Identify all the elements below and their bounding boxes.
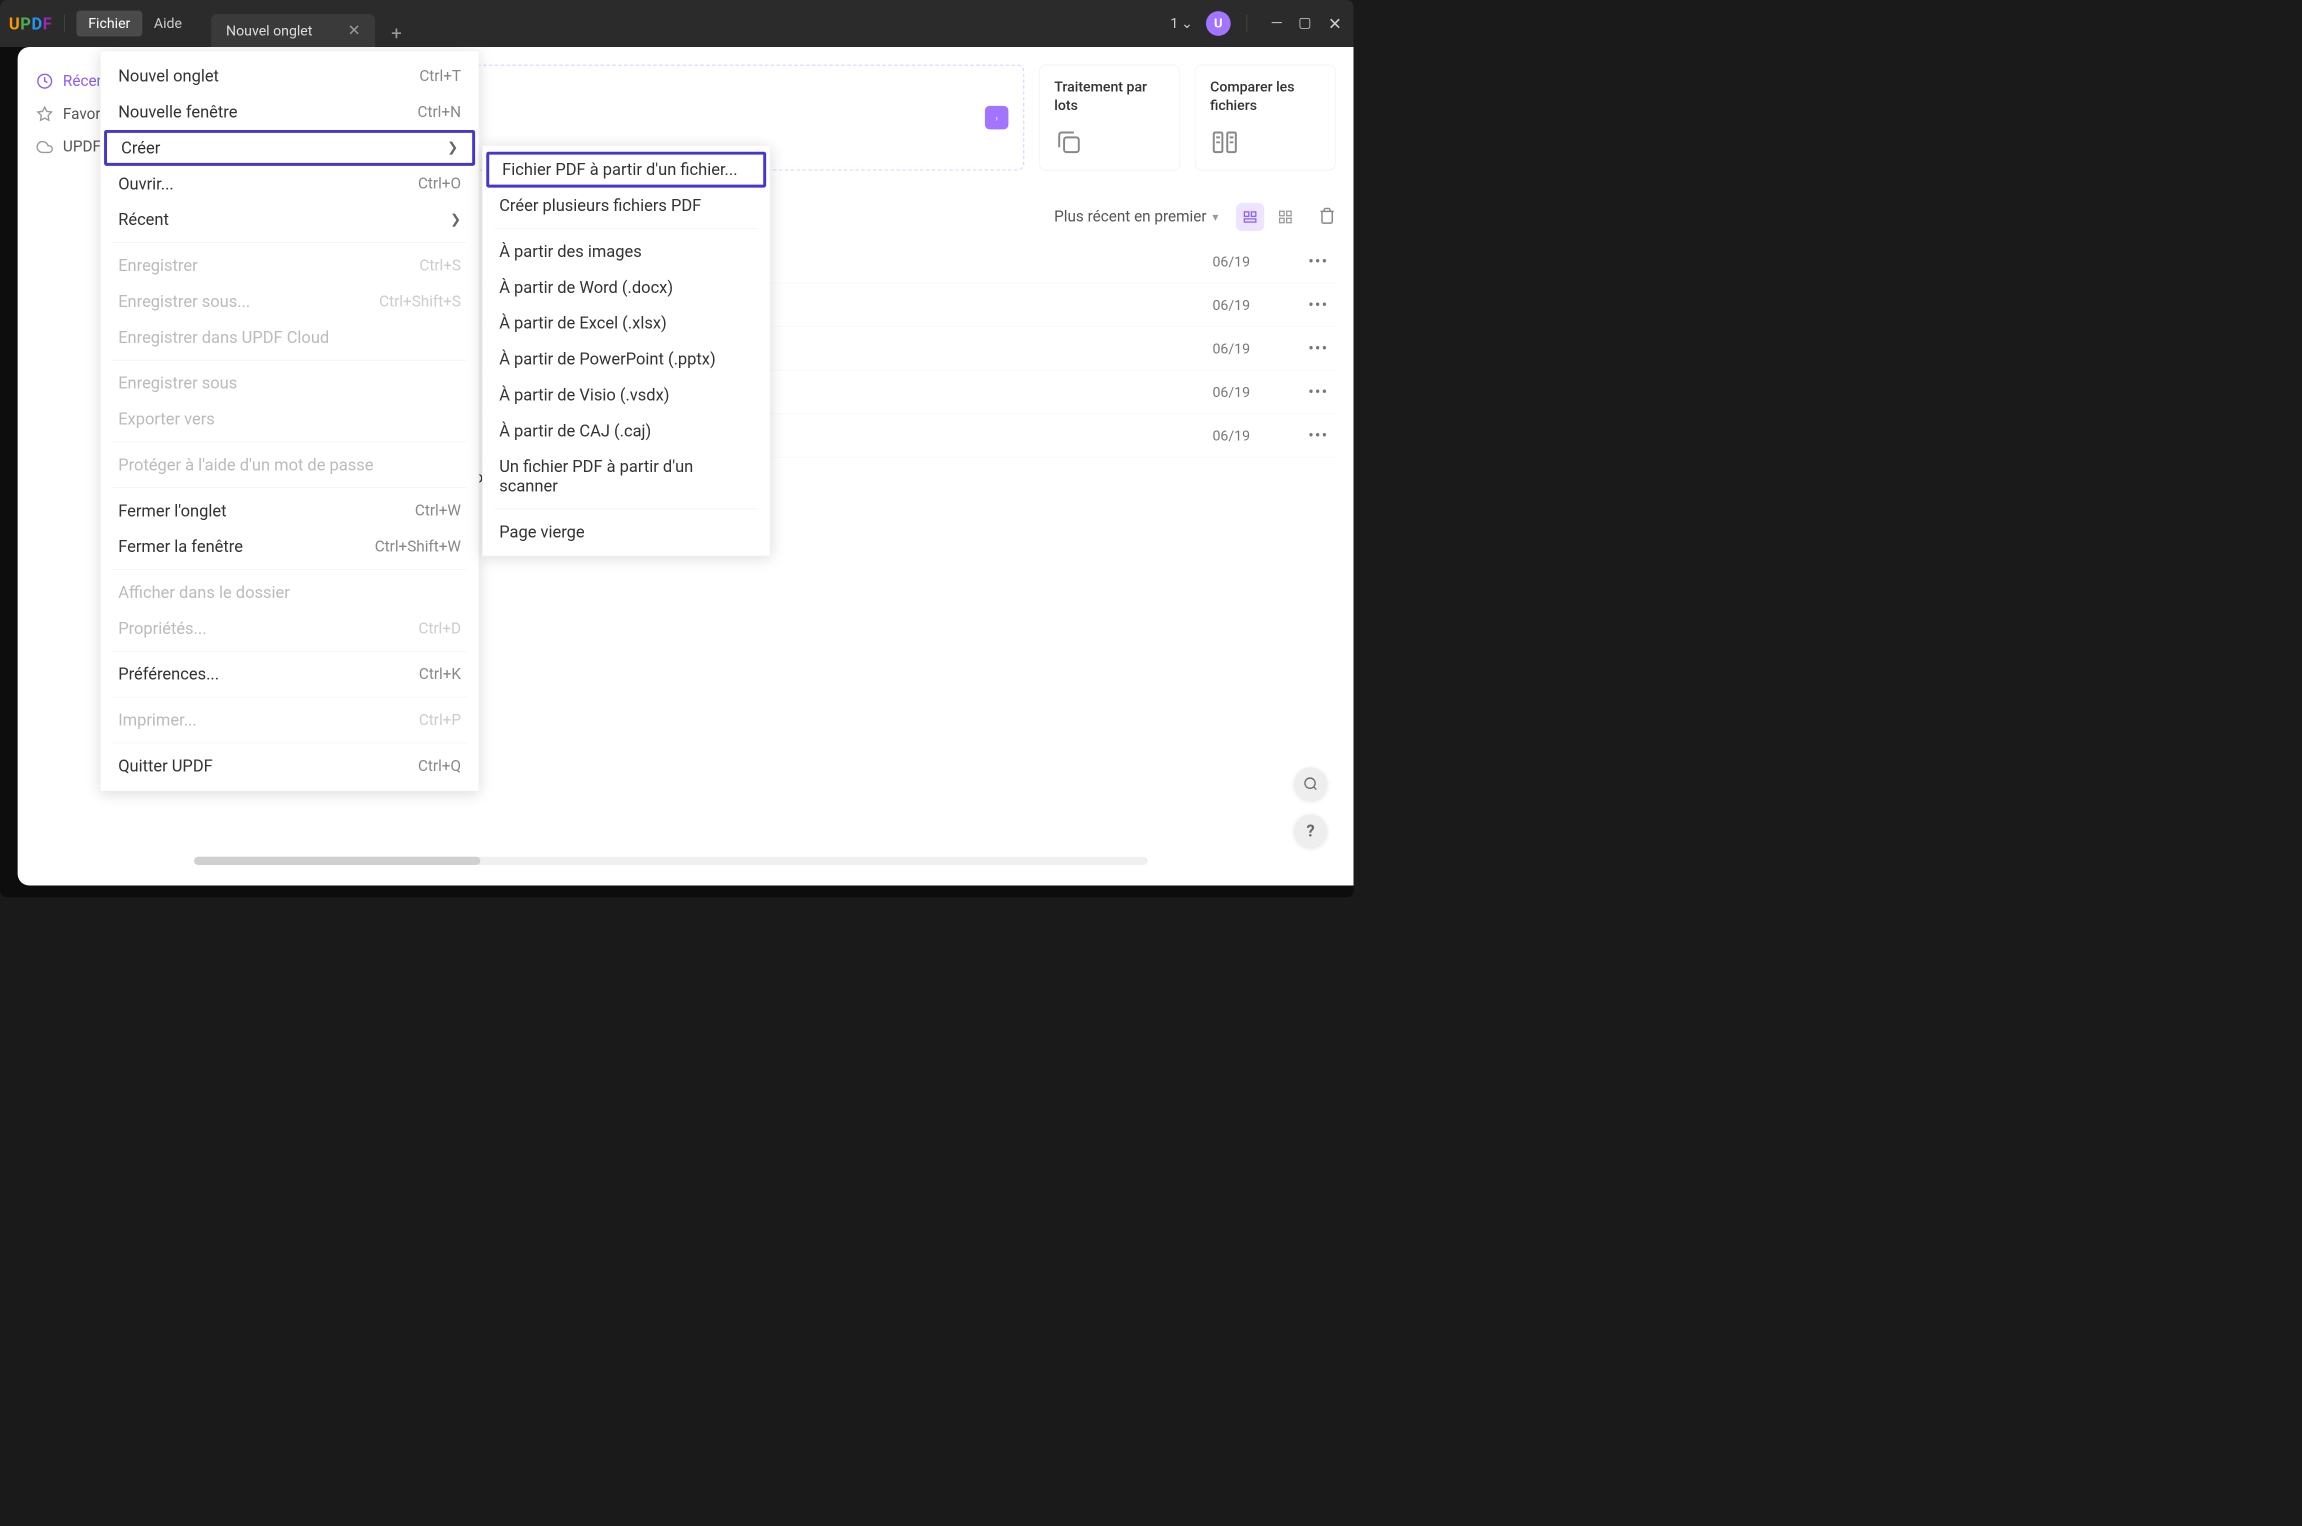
- menu-item-recent[interactable]: Récent❯: [101, 202, 479, 238]
- submenu-item-blank-page[interactable]: Page vierge: [483, 514, 770, 550]
- submenu-item-from-caj[interactable]: À partir de CAJ (.caj): [483, 413, 770, 449]
- separator: [64, 15, 65, 33]
- help-float-button[interactable]: ?: [1294, 814, 1327, 847]
- chevron-right-icon: ❯: [447, 141, 458, 156]
- browser-tab[interactable]: Nouvel onglet ✕: [211, 14, 375, 47]
- list-view-button[interactable]: [1236, 203, 1264, 231]
- search-float-button[interactable]: [1294, 767, 1327, 800]
- menu-item-save-as-2: Enregistrer sous: [101, 365, 479, 401]
- compare-files-card[interactable]: Comparer les fichiers: [1195, 65, 1336, 171]
- user-avatar[interactable]: U: [1206, 11, 1231, 36]
- menu-item-open[interactable]: Ouvrir...Ctrl+O: [101, 166, 479, 202]
- menu-item-save-as: Enregistrer sous...Ctrl+Shift+S: [101, 283, 479, 319]
- menu-item-new-tab[interactable]: Nouvel ongletCtrl+T: [101, 58, 479, 94]
- submenu-item-from-scanner[interactable]: Un fichier PDF à partir d'un scanner: [483, 449, 770, 504]
- app-logo: UPDF: [9, 14, 53, 33]
- menu-divider: [112, 743, 467, 744]
- submenu-item-from-excel[interactable]: À partir de Excel (.xlsx): [483, 305, 770, 341]
- tab-count-dropdown[interactable]: 1 ⌄: [1170, 15, 1193, 31]
- close-icon[interactable]: ✕: [348, 22, 361, 40]
- delete-button[interactable]: [1318, 207, 1336, 227]
- chevron-down-icon: ⌄: [1181, 15, 1193, 31]
- menu-item-show-folder: Afficher dans le dossier: [101, 574, 479, 610]
- submenu-item-multi-pdf[interactable]: Créer plusieurs fichiers PDF: [483, 188, 770, 224]
- tab-strip: Nouvel onglet ✕ +: [211, 0, 408, 47]
- menu-help[interactable]: Aide: [142, 11, 194, 37]
- batch-icon: [1054, 128, 1083, 157]
- more-icon[interactable]: •••: [1301, 382, 1336, 401]
- menu-file[interactable]: Fichier: [76, 11, 142, 37]
- menu-item-export: Exporter vers: [101, 401, 479, 437]
- close-button[interactable]: ✕: [1328, 14, 1342, 33]
- star-icon: [35, 105, 54, 124]
- menu-divider: [112, 697, 467, 698]
- more-icon[interactable]: •••: [1301, 252, 1336, 271]
- cloud-icon: [35, 138, 54, 157]
- submenu-item-from-word[interactable]: À partir de Word (.docx): [483, 269, 770, 305]
- more-icon[interactable]: •••: [1301, 295, 1336, 314]
- horizontal-scrollbar[interactable]: [194, 857, 1148, 865]
- menu-item-new-window[interactable]: Nouvelle fenêtreCtrl+N: [101, 94, 479, 130]
- chevron-right-icon: ›: [985, 106, 1009, 130]
- menu-item-save: EnregistrerCtrl+S: [101, 248, 479, 284]
- title-bar: UPDF Fichier Aide Nouvel onglet ✕ + 1 ⌄ …: [0, 0, 1354, 47]
- batch-process-card[interactable]: Traitement par lots: [1039, 65, 1180, 171]
- submenu-item-from-images[interactable]: À partir des images: [483, 233, 770, 269]
- more-icon[interactable]: •••: [1301, 426, 1336, 445]
- more-icon[interactable]: •••: [1301, 339, 1336, 358]
- menu-item-properties: Propriétés...Ctrl+D: [101, 610, 479, 646]
- tab-title: Nouvel onglet: [226, 22, 312, 38]
- menu-item-protect: Protéger à l'aide d'un mot de passe: [101, 447, 479, 483]
- menu-item-print: Imprimer...Ctrl+P: [101, 702, 479, 738]
- menu-divider: [112, 360, 467, 361]
- minimize-button[interactable]: ─: [1272, 14, 1282, 33]
- create-submenu: Fichier PDF à partir d'un fichier... Cré…: [482, 145, 770, 556]
- menu-divider: [112, 651, 467, 652]
- menu-divider: [495, 509, 758, 510]
- new-tab-button[interactable]: +: [384, 19, 409, 47]
- title-right: 1 ⌄ U ─ ▢ ✕: [1170, 11, 1342, 36]
- file-menu-dropdown: Nouvel ongletCtrl+T Nouvelle fenêtreCtrl…: [100, 51, 479, 792]
- app-window: UPDF Fichier Aide Nouvel onglet ✕ + 1 ⌄ …: [0, 0, 1354, 897]
- view-toggles: [1236, 203, 1336, 231]
- submenu-item-from-ppt[interactable]: À partir de PowerPoint (.pptx): [483, 341, 770, 377]
- separator: [1246, 15, 1247, 33]
- compare-icon: [1210, 128, 1239, 157]
- window-controls: ─ ▢ ✕: [1272, 14, 1342, 33]
- chevron-down-icon: ▾: [1212, 210, 1218, 224]
- menu-item-preferences[interactable]: Préférences...Ctrl+K: [101, 656, 479, 692]
- scrollbar-thumb[interactable]: [194, 857, 480, 865]
- submenu-item-from-file[interactable]: Fichier PDF à partir d'un fichier...: [486, 152, 766, 188]
- menu-item-quit[interactable]: Quitter UPDFCtrl+Q: [101, 748, 479, 784]
- menu-item-save-cloud: Enregistrer dans UPDF Cloud: [101, 319, 479, 355]
- menu-item-close-tab[interactable]: Fermer l'ongletCtrl+W: [101, 493, 479, 529]
- menu-divider: [112, 442, 467, 443]
- maximize-button[interactable]: ▢: [1298, 14, 1311, 33]
- sort-dropdown[interactable]: Plus récent en premier ▾: [1054, 208, 1218, 226]
- menu-divider: [495, 228, 758, 229]
- menu-item-close-window[interactable]: Fermer la fenêtreCtrl+Shift+W: [101, 529, 479, 565]
- submenu-item-from-visio[interactable]: À partir de Visio (.vsdx): [483, 377, 770, 413]
- grid-view-button[interactable]: [1271, 203, 1299, 231]
- clock-icon: [35, 72, 54, 91]
- menu-divider: [112, 569, 467, 570]
- menu-divider: [112, 487, 467, 488]
- menu-item-create[interactable]: Créer❯: [104, 130, 475, 166]
- chevron-right-icon: ❯: [450, 212, 461, 227]
- menu-divider: [112, 242, 467, 243]
